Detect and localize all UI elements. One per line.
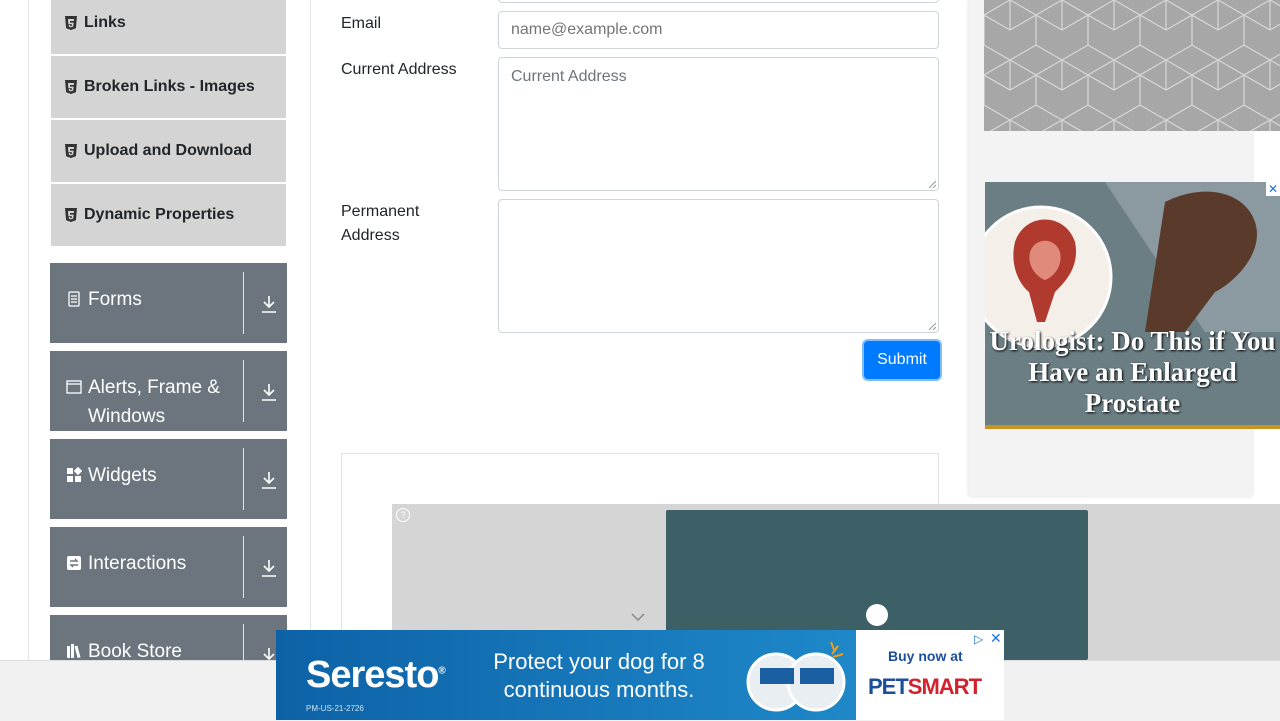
group-label: Forms [88, 289, 142, 310]
resize-grip-icon[interactable] [928, 322, 936, 330]
sidebar-group-widgets[interactable]: Widgets [50, 439, 287, 519]
group-label: Widgets [88, 465, 157, 486]
permanent-address-field[interactable] [498, 199, 939, 333]
form-icon [68, 291, 80, 307]
divider [243, 272, 244, 334]
banner-code: PM-US-21-2726 [306, 704, 364, 713]
banner-tagline: Protect your dog for 8 continuous months… [493, 649, 705, 702]
html5-icon [65, 16, 77, 30]
seresto-banner-ad[interactable]: Seresto® PM-US-21-2726 Protect your dog … [276, 630, 1004, 720]
sidebar-item-links[interactable]: Links [51, 0, 286, 54]
books-icon [67, 644, 81, 659]
sidebar-group-interactions[interactable]: Interactions [50, 527, 287, 607]
download-icon[interactable] [261, 383, 277, 401]
adchoices-icon[interactable]: ▷ [974, 632, 983, 646]
interactions-icon [67, 556, 81, 570]
divider [243, 536, 244, 598]
permanent-address-label: Permanent Address [341, 203, 420, 244]
html5-icon [65, 80, 77, 94]
left-border [28, 0, 29, 660]
group-label: Interactions [88, 553, 187, 574]
sidebar-item-broken-links[interactable]: Broken Links - Images [51, 56, 286, 118]
widgets-icon [67, 467, 82, 482]
sidebar-group-alerts[interactable]: Alerts, Frame & Windows [50, 351, 287, 431]
submit-button[interactable]: Submit [864, 341, 940, 379]
divider [243, 448, 244, 510]
ad-close-icon[interactable]: ✕ [990, 630, 1002, 647]
email-field[interactable] [498, 11, 939, 49]
email-label: Email [341, 15, 382, 32]
divider [243, 360, 244, 422]
loading-dot-icon [866, 604, 888, 626]
name-field[interactable] [498, 0, 939, 3]
urologist-ad[interactable]: Urologist: Do This if You Have an Enlarg… [985, 182, 1280, 429]
html5-icon [65, 208, 77, 222]
sidebar-item-label: Broken Links - Images [84, 78, 255, 95]
sidebar-item-label: Upload and Download [84, 142, 252, 159]
sidebar-border [310, 0, 311, 660]
sidebar-group-forms[interactable]: Forms [50, 263, 287, 343]
banner-brand: Seresto® [306, 654, 446, 696]
group-label: Alerts, Frame & Windows [88, 377, 220, 427]
download-icon[interactable] [261, 295, 277, 313]
download-icon[interactable] [261, 471, 277, 489]
sidebar-item-label: Dynamic Properties [84, 206, 235, 223]
banner-buy-text: Buy now at [888, 648, 963, 664]
chevron-down-icon[interactable] [630, 612, 646, 622]
ad-headline: Urologist: Do This if You Have an Enlarg… [989, 326, 1276, 418]
current-address-placeholder: Current Address [511, 68, 627, 85]
sidebar-item-dynamic-properties[interactable]: Dynamic Properties [51, 184, 286, 246]
download-icon[interactable] [261, 559, 277, 577]
help-icon[interactable]: ? [396, 508, 410, 522]
ad-accent-bar [985, 425, 1280, 429]
resize-grip-icon[interactable] [928, 180, 936, 188]
ad-close-icon[interactable]: ✕ [1266, 182, 1280, 196]
ad-pattern-image [984, 0, 1280, 131]
sidebar-item-label: Links [84, 14, 126, 31]
sidebar-item-upload-download[interactable]: Upload and Download [51, 120, 286, 182]
current-address-label: Current Address [341, 61, 457, 78]
product-image [746, 641, 846, 712]
window-icon [66, 380, 82, 394]
current-address-field[interactable]: Current Address [498, 57, 939, 191]
html5-icon [65, 144, 77, 158]
store-logo: PETSMART [868, 674, 982, 699]
